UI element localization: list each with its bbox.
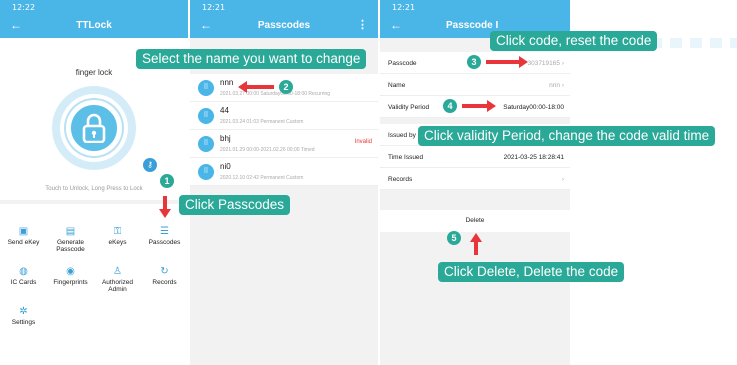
passcodes-icon: ☰ (160, 226, 169, 237)
row-label: Issued by (388, 132, 416, 139)
status-time: 12:22 (12, 3, 36, 12)
menu-send-ekey[interactable]: ▣ Send eKey (0, 226, 47, 246)
menu-ekeys[interactable]: ⚿ eKeys (94, 226, 141, 246)
arrow-to-passcode-item (238, 81, 274, 93)
nav-bar: ← TTLock (0, 14, 188, 38)
authorized-admin-icon: ♙ (113, 266, 122, 277)
ic-cards-icon: ◍ (19, 266, 28, 277)
chevron-right-icon: › (561, 60, 564, 67)
callout-delete-code: Click Delete, Delete the code (438, 262, 625, 282)
row-value: 2021-03-25 18:28:41 (503, 154, 564, 161)
time-issued-row: Time Issued 2021-03-25 18:28:41 (380, 146, 570, 168)
keypad-icon: ⠿ (198, 108, 214, 124)
row-label: Records (388, 176, 413, 183)
delete-button[interactable]: Delete (380, 210, 570, 232)
list-item[interactable]: ⠿ ni0 2020.12.10 02:42 Permanent Custom (190, 158, 378, 186)
chevron-right-icon: › (561, 176, 564, 183)
step-badge-3: 3 (467, 55, 481, 69)
key-icon[interactable]: ⚷ (143, 158, 157, 172)
name-row[interactable]: Name nnn › (380, 74, 570, 96)
row-label: Time Issued (388, 154, 424, 161)
back-arrow-icon[interactable]: ← (390, 18, 402, 32)
passcode-name: nnn (220, 78, 234, 87)
lock-name: finger lock (75, 68, 113, 77)
arrow-to-delete (470, 233, 482, 255)
row-label: Validity Period (388, 104, 430, 111)
unlock-hint: Touch to Unlock, Long Press to Lock (45, 186, 143, 192)
settings-icon: ✲ (19, 306, 28, 317)
callout-click-passcodes: Click Passcodes (179, 195, 291, 215)
lock-menu-grid: ▣ Send eKey ▤ Generate Passcode ⚿ eKeys ☰ Pa… (0, 204, 188, 365)
status-time: 12:21 (392, 3, 416, 12)
step-badge-4: 4 (443, 99, 457, 113)
row-value: Saturday00:00-18:00 (503, 104, 564, 111)
row-value: 303719165 › (527, 60, 564, 67)
padlock-icon (82, 113, 106, 143)
menu-settings[interactable]: ✲ Settings (0, 306, 47, 326)
status-bar: 12:21 (190, 0, 378, 14)
keypad-icon: ⠿ (198, 164, 214, 180)
list-item[interactable]: ⠿ 44 2021.03.24 01:03 Permanent Custom (190, 102, 378, 130)
page-title: TTLock (76, 20, 112, 31)
passcode-detail: 2021.03.27 00:00 Saturday00:00-18:00 Rec… (220, 91, 331, 97)
passcode-detail: 2021.03.24 01:03 Permanent Custom (220, 119, 304, 125)
step-badge-5: 5 (447, 231, 461, 245)
arrow-to-passcode-value (486, 56, 528, 68)
invalid-badge: Invalid (354, 139, 372, 145)
menu-generate-passcode[interactable]: ▤ Generate Passcode (47, 226, 94, 253)
status-bar: 12:21 (380, 0, 570, 14)
fingerprints-icon: ◉ (66, 266, 75, 277)
send-ekey-icon: ▣ (18, 226, 29, 237)
status-time: 12:21 (202, 3, 226, 12)
keypad-icon: ⠿ (198, 80, 214, 96)
list-item[interactable]: ⠿ bhj 2021.01.29 00:00-2021.02.26 00:00 … (190, 130, 378, 158)
menu-authorized-admin[interactable]: ♙ Authorized Admin (94, 266, 141, 293)
nav-bar: ← Passcodes ⋮ (190, 14, 378, 38)
arrow-to-passcodes-menu (159, 196, 171, 218)
arrow-to-validity-value (462, 100, 496, 112)
status-bar: 12:22 (0, 0, 188, 14)
page-title: Passcodes (257, 20, 311, 31)
more-icon[interactable]: ⋮ (357, 18, 368, 31)
row-value: nnn › (549, 82, 564, 89)
passcode-name: bhj (220, 134, 231, 143)
step-badge-1: 1 (160, 174, 174, 188)
ekeys-icon: ⚿ (113, 226, 122, 237)
callout-validity-period: Click validity Period, change the code v… (418, 126, 716, 146)
page-title: Passcode I (446, 20, 499, 31)
row-label: Passcode (388, 60, 417, 67)
passcode-detail: 2020.12.10 02:42 Permanent Custom (220, 175, 304, 181)
row-label: Name (388, 82, 406, 89)
menu-records[interactable]: ↻ Records (141, 266, 188, 286)
callout-select-name: Select the name you want to change (136, 49, 367, 69)
step-badge-2: 2 (279, 80, 293, 94)
chevron-right-icon: › (561, 82, 564, 89)
callout-reset-code: Click code, reset the code (490, 31, 658, 51)
records-row[interactable]: Records › (380, 168, 570, 190)
menu-fingerprints[interactable]: ◉ Fingerprints (47, 266, 94, 286)
keypad-icon: ⠿ (198, 136, 214, 152)
records-icon: ↻ (160, 266, 169, 277)
generate-passcode-icon: ▤ (65, 226, 76, 237)
passcode-detail: 2021.01.29 00:00-2021.02.26 00:00 Timed (220, 147, 315, 153)
passcode-name: ni0 (220, 162, 231, 171)
menu-ic-cards[interactable]: ◍ IC Cards (0, 266, 47, 286)
passcode-name: 44 (220, 106, 229, 115)
menu-passcodes[interactable]: ☰ Passcodes (141, 226, 188, 246)
